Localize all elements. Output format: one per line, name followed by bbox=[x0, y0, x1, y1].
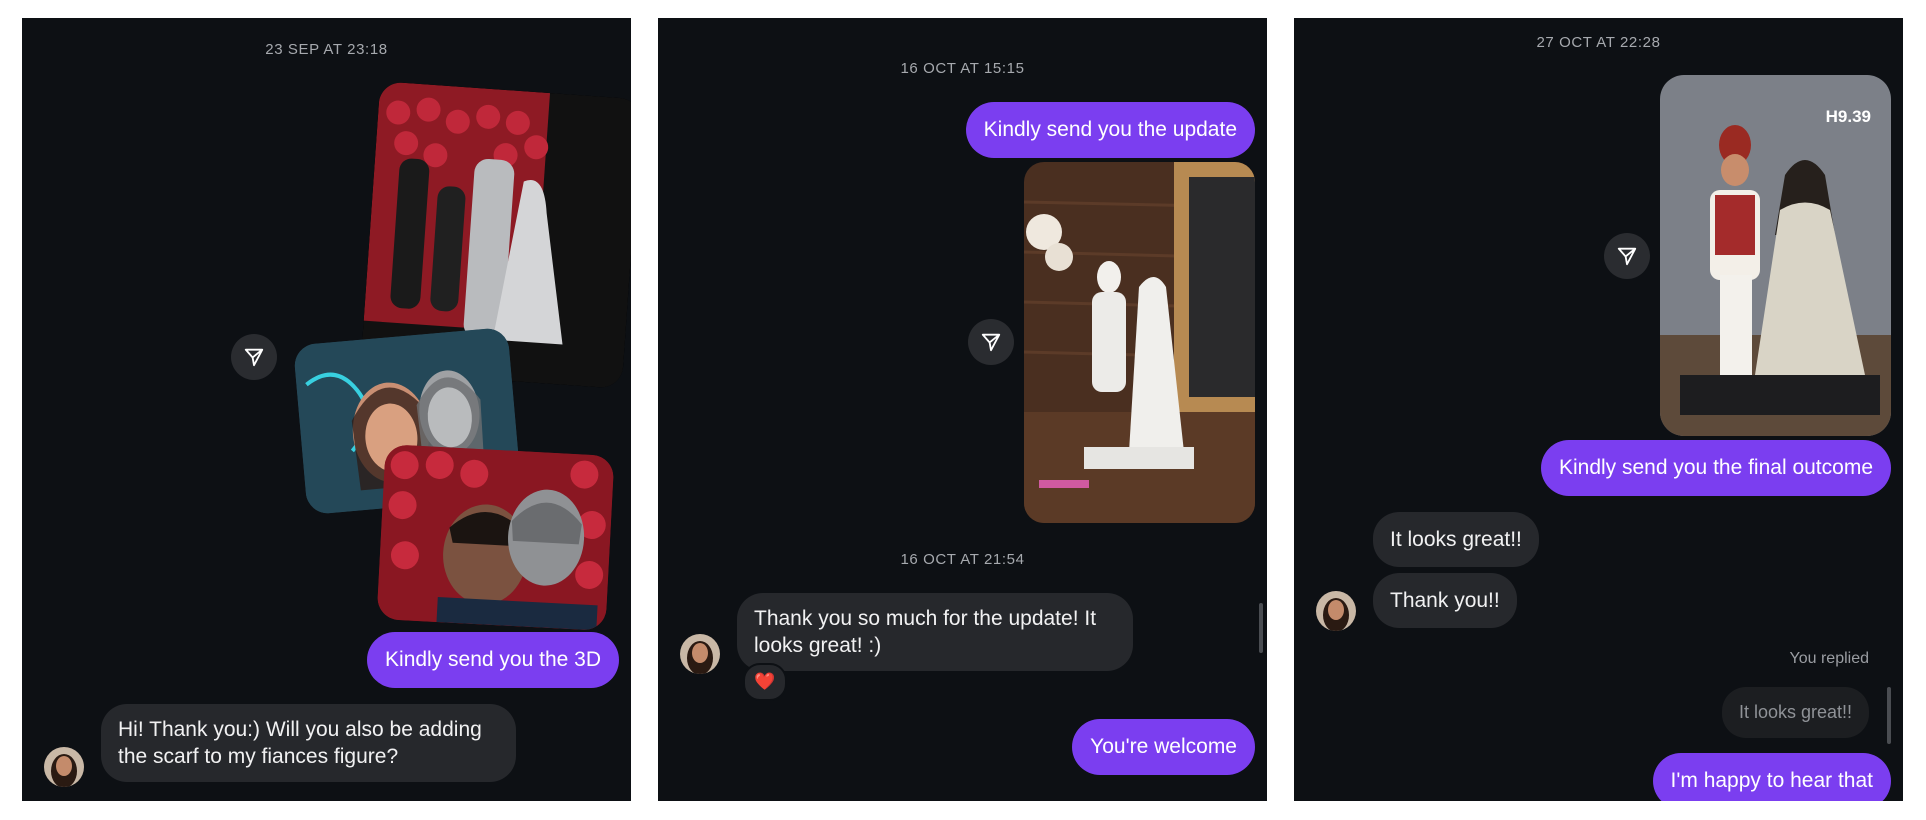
outgoing-message[interactable]: Kindly send you the final outcome bbox=[1540, 440, 1891, 496]
avatar[interactable] bbox=[680, 634, 720, 674]
incoming-message[interactable]: Hi! Thank you:) Will you also be adding … bbox=[101, 704, 516, 782]
share-icon bbox=[244, 348, 264, 367]
photo-couple-3d-image bbox=[376, 444, 615, 631]
photo-label: H9.39 bbox=[1825, 107, 1871, 126]
photo-final-statue-image bbox=[1660, 75, 1891, 436]
quoted-message[interactable]: It looks great!! bbox=[1721, 687, 1869, 738]
outgoing-message[interactable]: Kindly send you the 3D bbox=[367, 632, 619, 688]
outgoing-message[interactable]: I'm happy to hear that bbox=[1652, 753, 1891, 801]
photo-couple-3d[interactable] bbox=[376, 444, 615, 631]
outgoing-message[interactable]: Kindly send you the update bbox=[965, 102, 1255, 158]
avatar-image bbox=[44, 747, 84, 787]
share-button[interactable] bbox=[968, 319, 1014, 365]
timestamp: 23 SEP AT 23:18 bbox=[265, 41, 388, 58]
timestamp: 27 OCT AT 22:28 bbox=[1536, 34, 1661, 51]
photo-statue-update[interactable] bbox=[1024, 162, 1255, 523]
timestamp: 16 OCT AT 21:54 bbox=[900, 551, 1025, 568]
photo-statue-update-image bbox=[1024, 162, 1255, 523]
share-button[interactable] bbox=[231, 334, 277, 380]
chat-panel-2: 16 OCT AT 15:15 Kindly send you the upda… bbox=[658, 18, 1267, 801]
share-icon bbox=[981, 333, 1001, 352]
replied-label: You replied bbox=[1789, 650, 1869, 667]
scrollbar[interactable] bbox=[1887, 687, 1891, 744]
avatar-image bbox=[680, 634, 720, 674]
timestamp: 16 OCT AT 15:15 bbox=[900, 60, 1025, 77]
avatar[interactable] bbox=[1316, 591, 1356, 631]
photo-final-statue[interactable]: H9.39 bbox=[1660, 75, 1891, 436]
chat-panel-1: 23 SEP AT 23:18 Kindly send you the 3D H… bbox=[22, 18, 631, 801]
avatar-image bbox=[1316, 591, 1356, 631]
incoming-message[interactable]: Thank you!! bbox=[1373, 573, 1517, 628]
scrollbar[interactable] bbox=[1259, 603, 1263, 653]
incoming-message[interactable]: It looks great!! bbox=[1373, 512, 1539, 567]
incoming-message[interactable]: Thank you so much for the update! It loo… bbox=[737, 593, 1133, 671]
share-button[interactable] bbox=[1604, 233, 1650, 279]
reaction-badge[interactable]: ❤️ bbox=[743, 663, 787, 701]
share-icon bbox=[1617, 247, 1637, 266]
avatar[interactable] bbox=[44, 747, 84, 787]
chat-panel-3: 27 OCT AT 22:28 H9.39 Kindly send you th… bbox=[1294, 18, 1903, 801]
outgoing-message[interactable]: You're welcome bbox=[1072, 719, 1255, 775]
heart-icon: ❤️ bbox=[754, 672, 776, 691]
